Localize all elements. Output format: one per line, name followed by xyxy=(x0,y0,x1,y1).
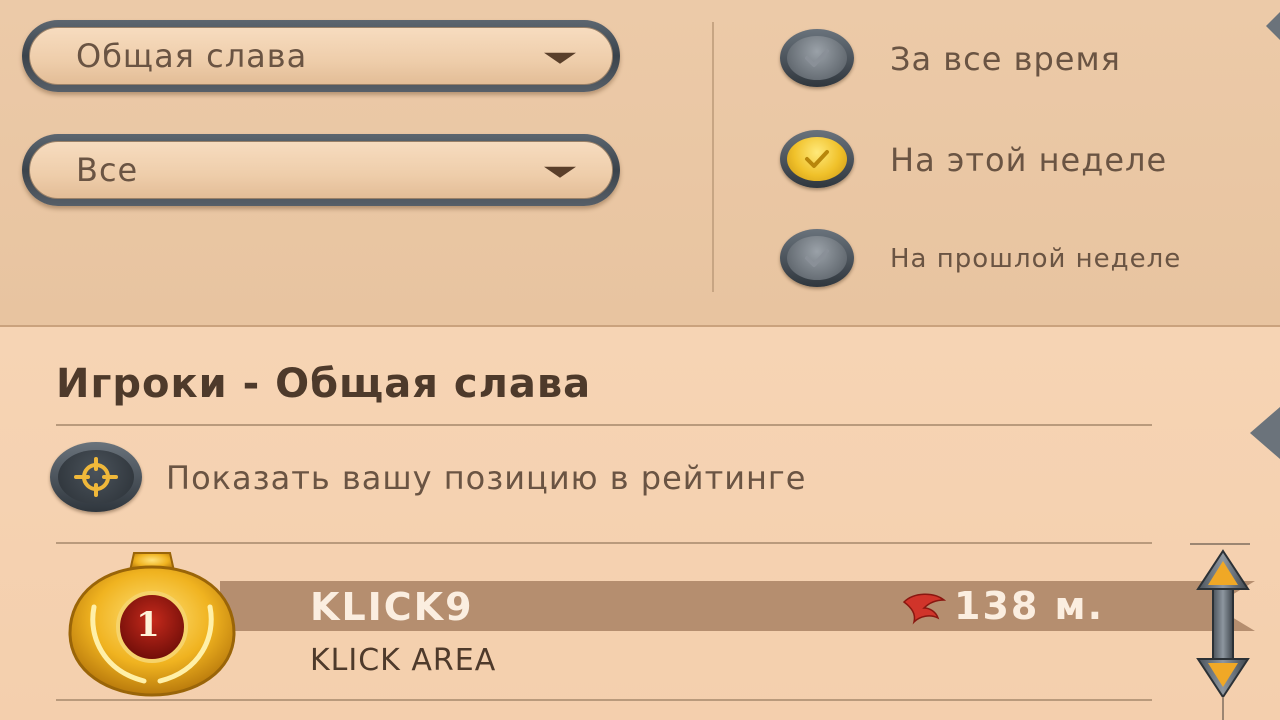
target-icon xyxy=(74,457,118,497)
divider xyxy=(56,699,1152,701)
fame-icon xyxy=(902,593,947,625)
period-option-this-week[interactable]: На этой неделе xyxy=(780,130,1250,190)
leaderboard: Игроки - Общая слава Показать вашу позиц… xyxy=(0,327,1280,720)
check-icon xyxy=(805,150,829,168)
chevron-down-icon[interactable] xyxy=(544,52,576,64)
period-option-last-week[interactable]: На прошлой неделе xyxy=(780,229,1250,289)
period-option-all-time[interactable]: За все время xyxy=(780,29,1250,89)
period-label-this-week: На этой неделе xyxy=(890,141,1168,179)
scroll-arrows-icon[interactable] xyxy=(1196,549,1250,699)
divider xyxy=(56,424,1152,426)
show-my-position-button[interactable]: Показать вашу позицию в рейтинге xyxy=(50,442,990,514)
show-position-icon-button[interactable] xyxy=(50,442,142,512)
fame-score: 138 м. xyxy=(900,583,1104,629)
scrollbar-track xyxy=(1222,697,1224,720)
player-clan: KLICK AREA xyxy=(310,643,497,678)
scope-dropdown-field[interactable]: Все xyxy=(29,141,613,199)
filter-panel: Общая слава Все За все время На этой нед… xyxy=(0,0,1280,327)
check-icon xyxy=(805,49,829,67)
rank-number: 1 xyxy=(136,605,160,645)
category-dropdown-value: Общая слава xyxy=(76,37,308,75)
chevron-down-icon[interactable] xyxy=(544,166,576,178)
leaderboard-title: Игроки - Общая слава xyxy=(56,361,592,407)
period-radio-last-week[interactable] xyxy=(780,229,854,287)
category-dropdown-field[interactable]: Общая слава xyxy=(29,27,613,85)
category-dropdown[interactable]: Общая слава xyxy=(22,20,620,92)
scrollbar-track-top xyxy=(1190,543,1250,545)
side-tab-arrow-icon[interactable] xyxy=(1250,407,1280,459)
period-radio-all-time[interactable] xyxy=(780,29,854,87)
divider xyxy=(56,542,1152,544)
scope-dropdown[interactable]: Все xyxy=(22,134,620,206)
period-radio-this-week[interactable] xyxy=(780,130,854,188)
show-position-label: Показать вашу позицию в рейтинге xyxy=(166,459,807,497)
player-name: KLICK9 xyxy=(310,585,474,629)
check-icon xyxy=(805,249,829,267)
period-label-last-week: На прошлой неделе xyxy=(890,244,1182,274)
side-tab-arrow-icon[interactable] xyxy=(1266,12,1280,40)
period-label-all-time: За все время xyxy=(890,40,1121,78)
fame-value: 138 м. xyxy=(954,584,1105,628)
leaderboard-row[interactable]: 1 KLICK9 KLICK AREA 138 м. xyxy=(60,547,1255,697)
scope-dropdown-value: Все xyxy=(76,151,139,189)
panel-divider xyxy=(712,22,714,292)
